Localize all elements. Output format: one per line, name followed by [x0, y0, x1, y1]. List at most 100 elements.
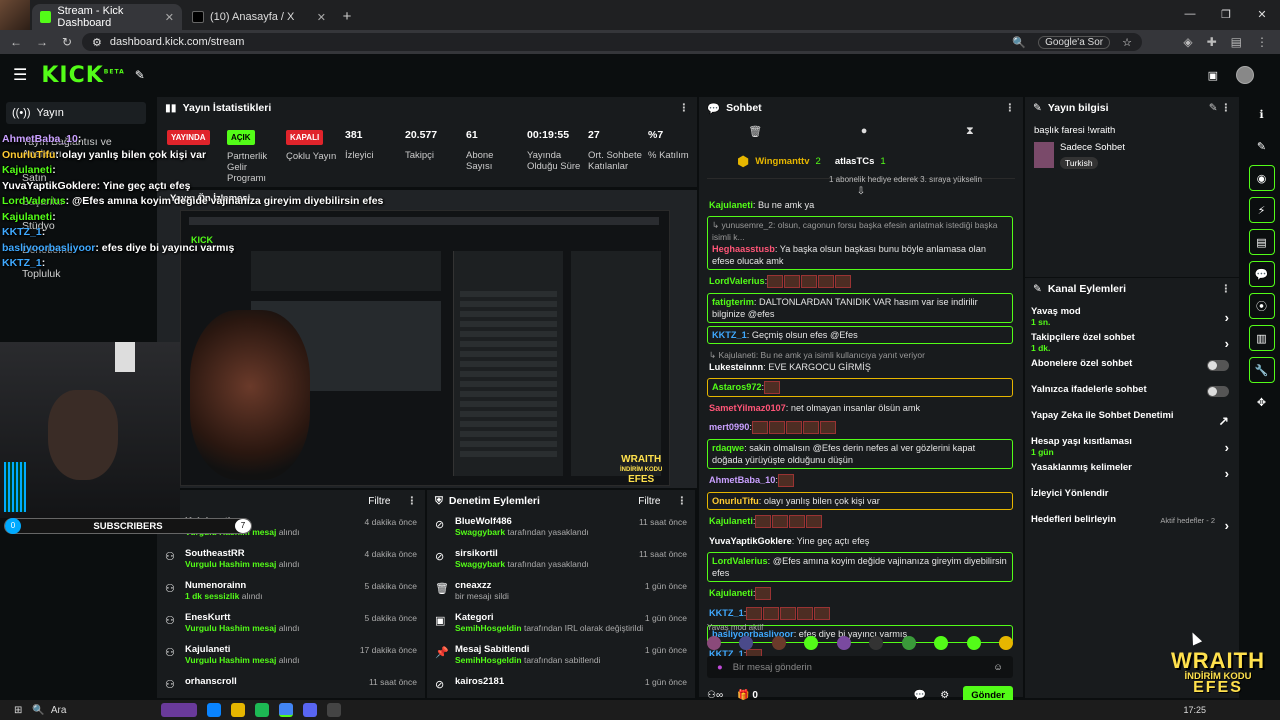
collapse-icon[interactable]: ⇩ [699, 186, 1023, 197]
event-row[interactable]: ⚇ Numenorainn 1 dk sessizlik alındı 5 dakik… [157, 576, 425, 608]
drag-icon[interactable]: ✥ [1249, 389, 1275, 415]
chat-message[interactable]: KKTZ_1: [707, 605, 1013, 622]
moderation-row[interactable]: ▣ Kategori SemihHosgeldin tarafından IRL o… [427, 608, 695, 640]
chevron-right-icon[interactable]: › [1225, 440, 1229, 455]
sidebar-icon[interactable]: ▤ [1231, 35, 1242, 49]
chat-message[interactable]: fatigterim: DALTONLARDAN TANIDIK VAR has… [707, 293, 1013, 324]
chat-message[interactable]: OnurluTifu: olayı yanlış bilen çok kişi … [707, 492, 1013, 511]
emote-icon[interactable] [869, 636, 884, 650]
chat-username[interactable]: OnurluTifu [712, 496, 759, 506]
chat-username[interactable]: mert0990 [709, 422, 749, 432]
moderation-row[interactable]: 🗑 cneaxzz bir mesajı sildi 1 gün önce [427, 576, 695, 608]
emote-icon[interactable] [934, 636, 949, 650]
channel-action-row[interactable]: Yavaş mod 1 sn. › [1025, 306, 1239, 332]
back-icon[interactable]: ← [10, 35, 22, 49]
chat-message[interactable]: AhmetBaba_10: [707, 472, 1013, 489]
chat-message[interactable]: Kajulaneti: [707, 513, 1013, 530]
extension-icon[interactable]: ◈ [1183, 35, 1192, 49]
more-options-icon[interactable]: ⋮ [407, 495, 418, 507]
chat-username[interactable]: Heghaasstusb [712, 244, 775, 254]
event-row[interactable]: ⚇ SoutheastRR Vurgulu Hashim mesaj alındı 4… [157, 544, 425, 576]
windows-start-icon[interactable]: ⊞ [14, 705, 22, 716]
reload-icon[interactable]: ↻ [62, 35, 72, 49]
chat-message[interactable]: LordValerius: [707, 273, 1013, 290]
chat-message[interactable]: Kajulaneti: Bu ne amk ya [707, 197, 1013, 213]
category-name[interactable]: Sadece Sohbet [1060, 142, 1125, 153]
edit-icon[interactable]: ✎ ⋮ [1209, 102, 1231, 114]
chat-message[interactable]: ↳ Kajulaneti: Bu ne amk ya isimli kullan… [707, 347, 1013, 375]
explorer-icon[interactable] [230, 703, 245, 717]
moderation-row[interactable]: 📌 Mesaj Sabitlendi SemihHosgeldin tarafınd… [427, 640, 695, 672]
event-row[interactable]: ⚇ Kajulaneti Vurgulu Hashim mesaj alındı 17… [157, 640, 425, 672]
new-tab-button[interactable]: + [334, 8, 360, 30]
chat-message[interactable]: SametYilmaz0107: net olmayan insanlar öl… [707, 400, 1013, 416]
chat-username[interactable]: Kajulaneti [709, 516, 753, 526]
chat-message[interactable]: YuvaYaptikGoklere: Yine geç açtı efeş [707, 533, 1013, 549]
chevron-right-icon[interactable]: › [1225, 518, 1229, 533]
tab-stream[interactable]: Stream - Kick Dashboard ✕ [32, 4, 182, 30]
hamburger-icon[interactable]: ☰ [13, 65, 27, 85]
chat-username[interactable]: LordValerius [712, 556, 768, 566]
creator-icon[interactable]: ▣ [1208, 69, 1218, 82]
layers-icon[interactable]: ▥ [1248, 325, 1275, 351]
emote-icon[interactable] [771, 636, 786, 650]
filter-button[interactable]: Filtre [368, 496, 390, 507]
leader-user-1[interactable]: Wingmanttv [755, 156, 809, 167]
menu-dots-icon[interactable]: ⋮ [1256, 35, 1268, 49]
channel-action-row[interactable]: Hesap yaşı kısıtlaması 1 gün › [1025, 436, 1239, 462]
zoom-icon[interactable]: 🔍 [1012, 36, 1026, 49]
chat-username[interactable]: YuvaYaptikGoklere [709, 536, 792, 546]
user-avatar[interactable] [1236, 66, 1254, 84]
chat-username[interactable]: Lukesteinnn [709, 362, 763, 372]
chrome-icon[interactable] [278, 703, 293, 717]
channel-action-row[interactable]: Abonelere özel sohbet [1025, 358, 1239, 384]
chat-message[interactable]: Astaros972: [707, 378, 1013, 398]
chat-username[interactable]: rdaqwe [712, 443, 744, 453]
minimize-icon[interactable]: — [1172, 0, 1208, 28]
toggle-switch[interactable] [1207, 386, 1229, 397]
chat-message[interactable]: ↳ yunusemre_2: olsun, cagonun forsu başk… [707, 216, 1013, 270]
event-row[interactable]: ⚇ EnesKurtt Vurgulu Hashim mesaj alındı 5 d… [157, 608, 425, 640]
emote-icon[interactable] [998, 636, 1013, 650]
chat-icon[interactable]: 💬 [1248, 261, 1275, 287]
tab-x[interactable]: (10) Anasayfa / X ✕ [184, 4, 334, 30]
chat-message[interactable]: Kajulaneti: [707, 585, 1013, 602]
external-link-icon[interactable]: ↗ [1218, 414, 1229, 430]
chevron-right-icon[interactable]: › [1225, 466, 1229, 481]
chat-message[interactable]: rdaqwe: sakin olmalısın @Efes derin nefe… [707, 439, 1013, 470]
chat-username[interactable]: KKTZ_1 [709, 608, 744, 618]
taskbar-search[interactable]: Ara [51, 705, 161, 716]
more-options-icon[interactable]: ⋮ [679, 102, 690, 114]
info-icon[interactable]: ℹ [1249, 101, 1275, 127]
channel-action-row[interactable]: İzleyici Yönlendir [1025, 488, 1239, 514]
broadcast-icon[interactable]: ⦿ [1248, 293, 1275, 319]
chat-username[interactable]: KKTZ_1 [712, 330, 747, 340]
chevron-right-icon[interactable]: › [1225, 310, 1229, 325]
category-thumbnail[interactable] [1034, 142, 1054, 168]
profile-avatar[interactable] [0, 0, 30, 30]
chat-message[interactable]: LordValerius: @Efes amına koyim değide v… [707, 552, 1013, 583]
chat-username[interactable]: Kajulaneti [709, 200, 753, 210]
chat-message[interactable]: KKTZ_1: Geçmiş olsun efes @Efes [707, 326, 1013, 345]
more-options-icon[interactable]: ⋮ [1005, 102, 1016, 114]
kick-logo[interactable]: KICKBETA [41, 63, 124, 88]
camera-icon[interactable]: ◉ [1248, 165, 1275, 191]
chat-username[interactable]: Astaros972 [712, 382, 762, 392]
chat-input[interactable]: ● Bir mesaj gönderin ☺ [707, 656, 1013, 678]
bubble-icon[interactable]: ● [861, 125, 868, 137]
mic-icon[interactable]: ● [717, 662, 723, 673]
close-tab-icon[interactable]: ✕ [165, 11, 174, 24]
close-window-icon[interactable]: ✕ [1244, 0, 1280, 28]
toggle-switch[interactable] [1207, 360, 1229, 371]
channel-action-row[interactable]: Takipçilere özel sohbet 1 dk. › [1025, 332, 1239, 358]
chat-username[interactable]: LordValerius [709, 276, 765, 286]
url-field[interactable]: ⚙ dashboard.kick.com/stream 🔍 Google'a S… [82, 33, 1142, 51]
edge-icon[interactable] [206, 703, 221, 717]
discord-icon[interactable] [302, 703, 317, 717]
forward-icon[interactable]: → [36, 35, 48, 49]
moderation-row[interactable]: ⊘ sirsikortil Swaggybark tarafından yasakl… [427, 544, 695, 576]
hourglass-icon[interactable]: ⧗ [966, 125, 974, 138]
doc-icon[interactable]: ▤ [1248, 229, 1275, 255]
channel-action-row[interactable]: Yasaklanmış kelimeler › [1025, 462, 1239, 488]
chat-username[interactable]: AhmetBaba_10 [709, 475, 775, 485]
